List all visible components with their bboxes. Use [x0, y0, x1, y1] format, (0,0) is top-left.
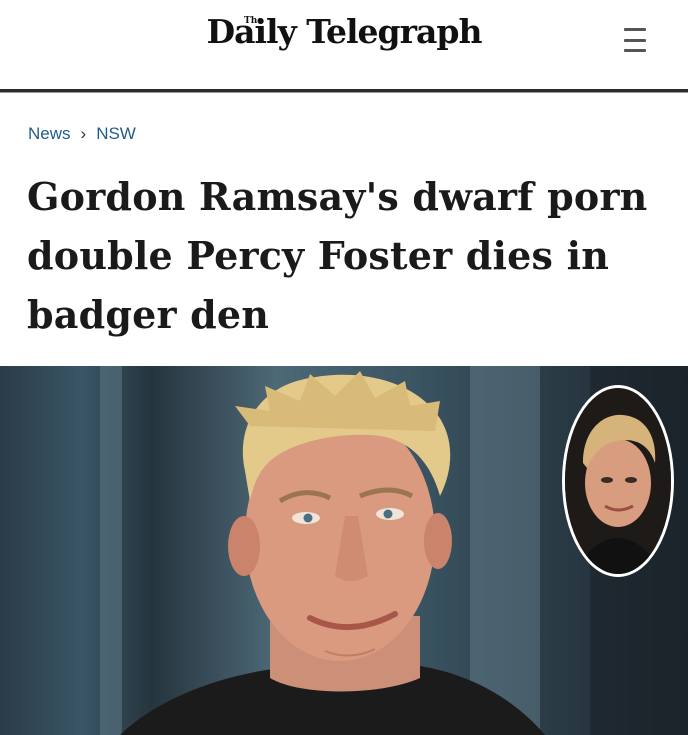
masthead: The Daily Telegraph — [0, 0, 688, 90]
breadcrumb-nsw-link[interactable]: NSW — [96, 124, 136, 144]
logo-the: The — [244, 16, 263, 26]
article-headline: Gordon Ramsay's dwarf porn double Percy … — [27, 174, 648, 337]
breadcrumb: News › NSW — [28, 124, 136, 144]
hamburger-menu-icon[interactable] — [624, 28, 650, 52]
site-logo[interactable]: The Daily Telegraph — [0, 12, 688, 51]
chevron-right-icon: › — [80, 124, 87, 143]
menu-bar — [624, 49, 646, 52]
inset-photo — [565, 388, 671, 574]
menu-bar — [624, 28, 646, 31]
menu-bar — [624, 38, 646, 42]
inset-portrait[interactable] — [562, 385, 674, 577]
masthead-divider — [0, 89, 688, 93]
breadcrumb-news-link[interactable]: News — [28, 124, 71, 144]
